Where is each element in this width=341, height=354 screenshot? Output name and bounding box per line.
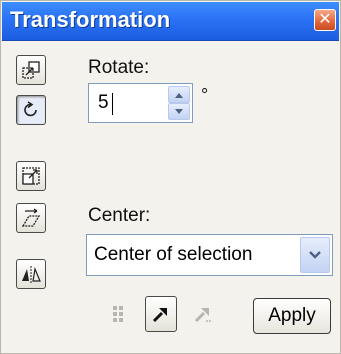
arrow-up-icon [175, 92, 183, 98]
degree-unit: ° [201, 85, 209, 105]
copy-toggle-button[interactable] [102, 296, 134, 332]
skew-icon [21, 208, 41, 227]
spin-up-button[interactable] [168, 86, 190, 103]
close-button[interactable]: ✕ [314, 9, 336, 31]
scale-mode-button[interactable] [16, 161, 46, 191]
apply-button[interactable]: Apply [253, 298, 331, 334]
spin-down-button[interactable] [168, 103, 190, 120]
panel-title: Transformation [10, 7, 171, 32]
apply-to-copy-button[interactable] [187, 296, 219, 332]
mirror-icon [22, 266, 41, 283]
chevron-down-icon [309, 251, 321, 259]
transformation-panel: Transformation ✕ Rotate: 5 ° Center: Cen… [0, 0, 341, 354]
rotate-mode-button[interactable] [16, 95, 46, 125]
scale-icon [22, 167, 40, 185]
rotate-angle-spinner[interactable]: 5 [88, 83, 193, 123]
dropdown-arrow-button[interactable] [300, 237, 330, 273]
text-caret [112, 93, 113, 115]
rotate-icon [24, 101, 37, 117]
center-dropdown[interactable]: Center of selection [86, 234, 333, 276]
center-label: Center: [88, 205, 151, 226]
rotate-label: Rotate: [88, 57, 150, 78]
arrow-down-icon [175, 108, 183, 114]
mirror-mode-button[interactable] [16, 259, 46, 289]
rotate-angle-input[interactable]: 5 [98, 92, 109, 114]
center-selected-value: Center of selection [94, 244, 253, 265]
apply-to-object-button[interactable] [145, 296, 177, 332]
close-icon: ✕ [318, 11, 332, 28]
skew-mode-button[interactable] [16, 203, 46, 233]
apply-to-object-icon [152, 308, 167, 323]
title-bar[interactable]: Transformation ✕ [2, 2, 339, 41]
position-icon [22, 61, 40, 79]
apply-to-copy-icon [194, 308, 212, 323]
copy-icon [113, 306, 123, 322]
position-mode-button[interactable] [16, 55, 46, 85]
spin-buttons [168, 86, 190, 120]
